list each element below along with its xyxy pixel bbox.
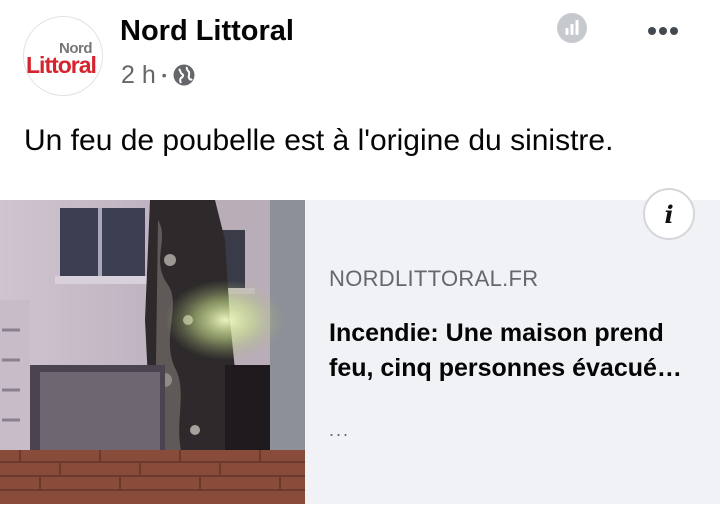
post-caption: Un feu de poubelle est à l'origine du si… (24, 124, 614, 157)
info-button[interactable]: i (643, 188, 695, 240)
headline-line-2: feu, cinq personnes évacué… (329, 354, 682, 382)
link-description: ... (329, 420, 351, 440)
burned-house-image (0, 200, 305, 504)
post-timestamp[interactable]: 2 h (121, 61, 156, 90)
meta-separator: • (161, 67, 167, 83)
logo-text-main: Littoral (26, 52, 97, 78)
page-name-link[interactable]: Nord Littoral (120, 15, 294, 48)
link-domain: NORDLITTORAL.FR (329, 266, 539, 291)
info-icon: i (664, 199, 674, 229)
article-thumbnail[interactable] (0, 200, 305, 504)
post-meta: 2 h • (121, 60, 196, 90)
globe-icon[interactable] (172, 63, 196, 87)
page-avatar[interactable]: Nord Littoral (23, 16, 103, 96)
headline-line-1: Incendie: Une maison prend (329, 319, 664, 347)
more-options-icon[interactable] (640, 14, 686, 48)
link-preview-card[interactable]: i NORDLITTORAL.FR Incendie: Une maison p… (0, 188, 720, 504)
link-headline[interactable]: Incendie: Une maison prend feu, cinq per… (329, 316, 709, 386)
post-header: Nord Littoral Nord Littoral 2 h • (0, 0, 720, 110)
insights-icon[interactable] (556, 12, 588, 44)
link-info-panel[interactable]: i NORDLITTORAL.FR Incendie: Une maison p… (305, 188, 720, 504)
